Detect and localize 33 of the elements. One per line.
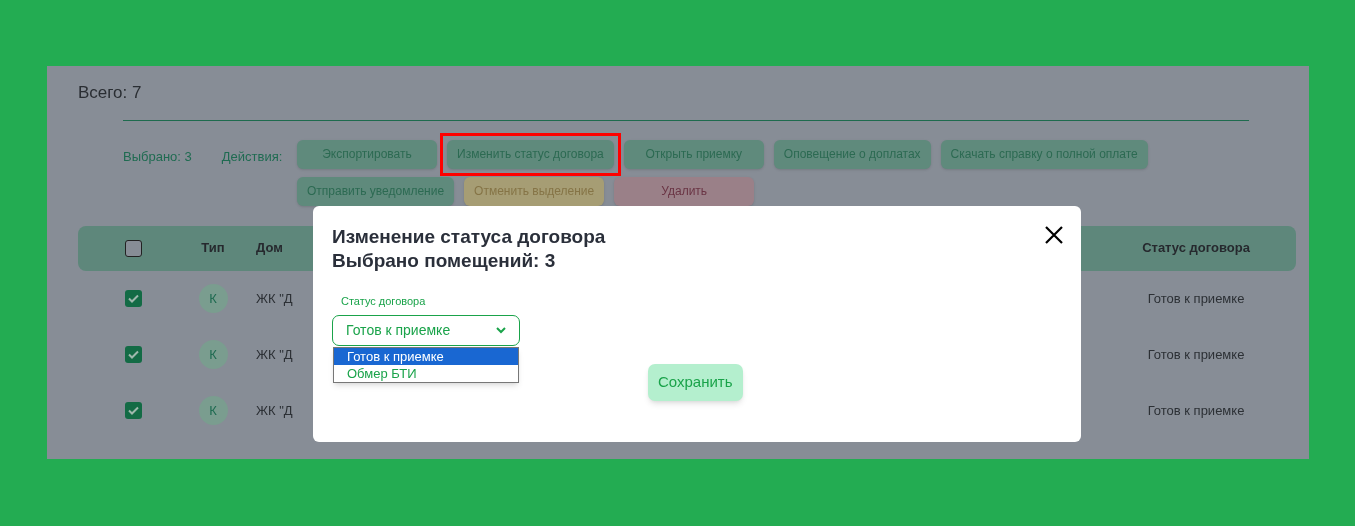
- checkbox[interactable]: [124, 239, 142, 257]
- close-icon: [1045, 226, 1063, 244]
- table-cell-text: Готов к приемке: [1146, 345, 1246, 364]
- type-badge: К: [198, 340, 228, 369]
- status-select[interactable]: Готов к приемке: [332, 314, 520, 346]
- close-button[interactable]: [1043, 224, 1065, 246]
- modal-title: Изменение статуса договора: [332, 225, 606, 249]
- field-label: Статус договора: [341, 294, 427, 309]
- checkbox[interactable]: [124, 346, 142, 363]
- table-cell-text: Готов к приемке: [1146, 289, 1246, 308]
- type-badge: К: [198, 396, 228, 425]
- table-cell-text: ЖК "Д: [256, 289, 293, 308]
- total-count: Всего: 7: [78, 82, 143, 104]
- checkbox[interactable]: [124, 402, 142, 419]
- dropdown-option[interactable]: Обмер БТИ: [334, 364, 518, 382]
- modal-subtitle: Выбрано помещений: 3: [332, 249, 556, 273]
- action-button[interactable]: Удалить: [614, 176, 755, 206]
- check-icon: [127, 406, 139, 415]
- check-icon: [127, 350, 139, 359]
- save-button[interactable]: Сохранить: [648, 364, 743, 401]
- actions-label: Действия:: [221, 147, 283, 166]
- chevron-down-icon: [496, 326, 506, 334]
- table-cell-text: ЖК "Д: [256, 345, 293, 364]
- type-badge: К: [198, 284, 228, 313]
- selected-count: Выбрано: 3: [123, 147, 192, 166]
- table-cell-text: ЖК "Д: [256, 401, 293, 420]
- dropdown-option[interactable]: Готов к приемке: [334, 347, 518, 365]
- column-header: Тип: [200, 239, 226, 258]
- column-header: Дом: [256, 239, 283, 258]
- table-cell-text: Готов к приемке: [1146, 401, 1246, 420]
- check-icon: [127, 294, 139, 303]
- checkbox[interactable]: [124, 290, 142, 307]
- column-header: Статус договора: [1141, 239, 1251, 258]
